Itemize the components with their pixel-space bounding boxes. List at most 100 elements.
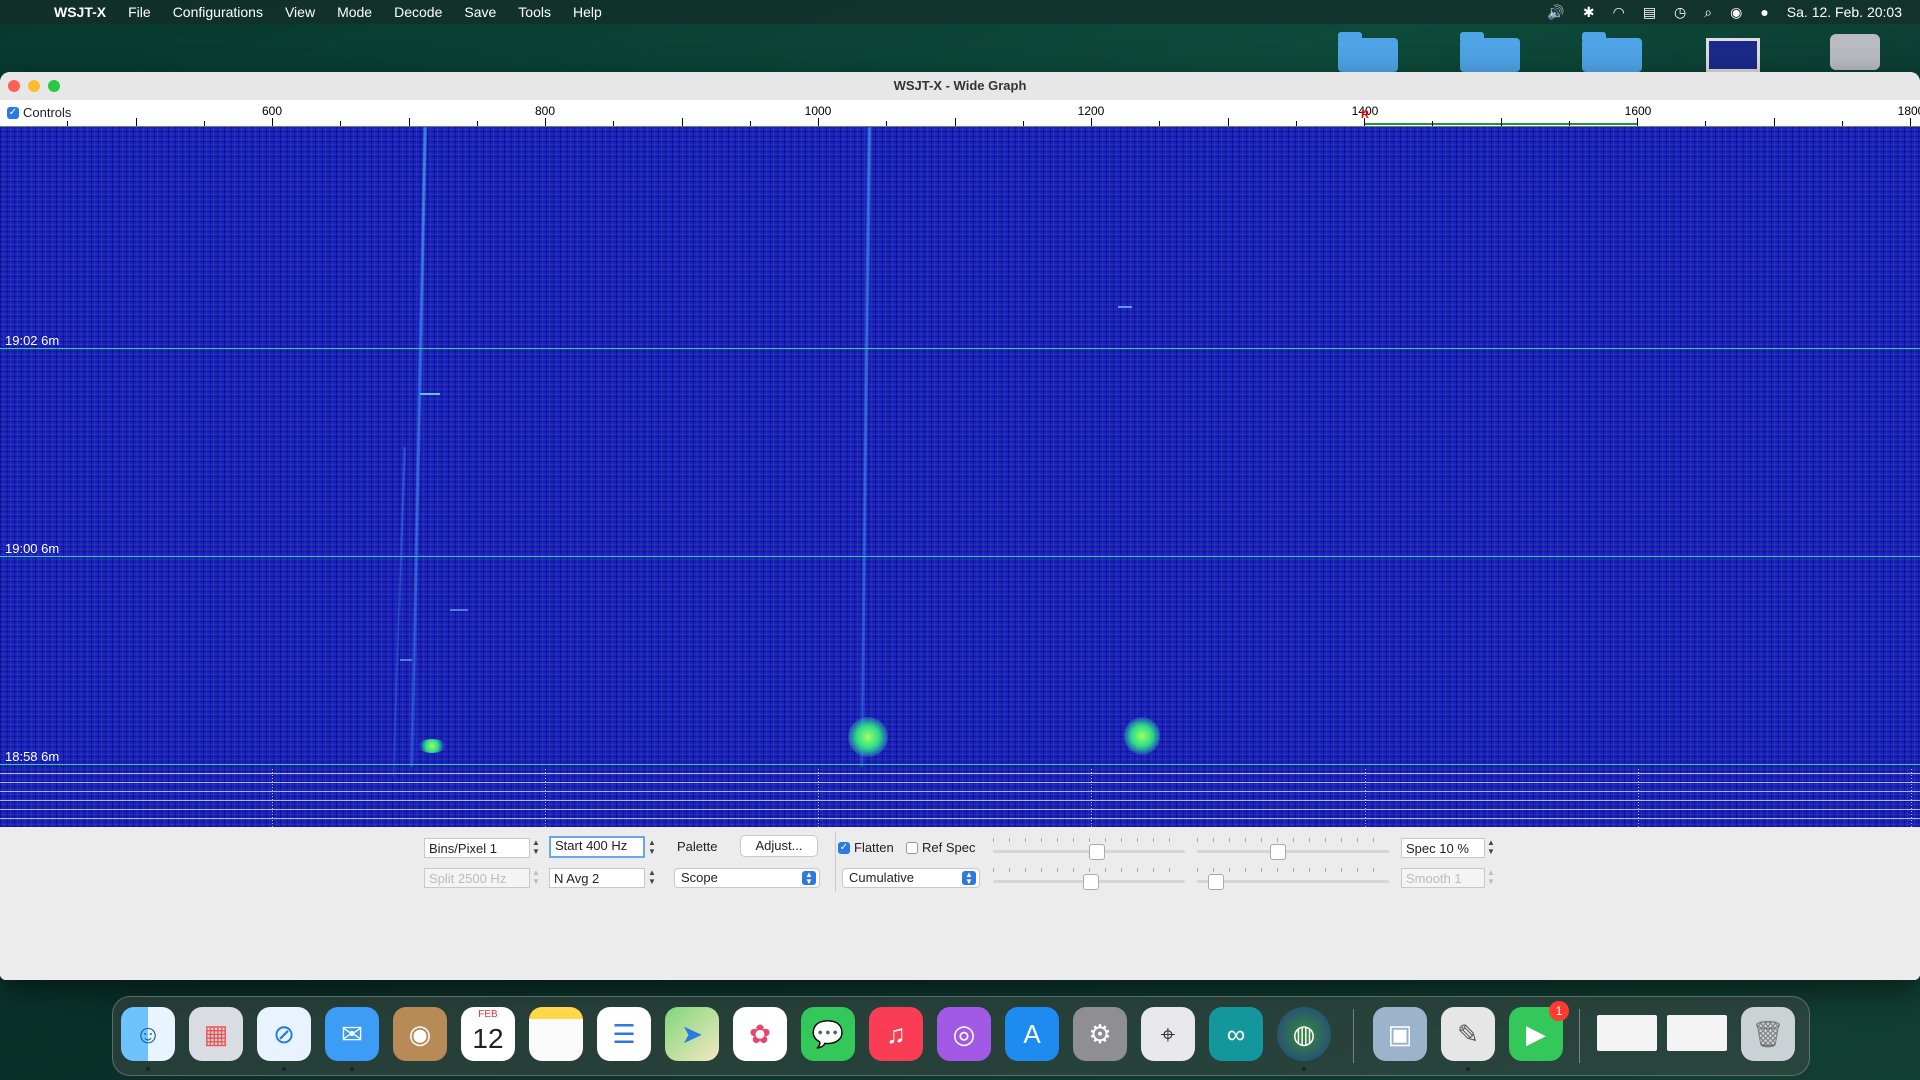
scale-tick [886, 121, 887, 126]
slider-ticks [993, 868, 1185, 872]
arduino-icon[interactable]: ∞ [1209, 1007, 1263, 1061]
scale-tick [818, 118, 819, 126]
slider-knob[interactable] [1208, 874, 1225, 890]
volume-icon[interactable]: 🔊 [1547, 4, 1564, 21]
navg-stepper-icon[interactable]: ▲ ▼ [647, 868, 657, 888]
scale-label-600: 600 [261, 104, 283, 118]
trash-icon[interactable]: 🗑 [1741, 1007, 1795, 1061]
scale-tick [1705, 121, 1706, 126]
menubar-datetime[interactable]: Sa. 12. Feb. 20:03 [1787, 4, 1902, 20]
spectrum-mode-select[interactable]: Cumulative ▲ ▼ [842, 868, 980, 888]
finder-icon[interactable]: ☺ [121, 1007, 175, 1061]
wsjtx-icon[interactable]: ◍ [1277, 1007, 1331, 1061]
preview-icon[interactable]: ▣ [1373, 1007, 1427, 1061]
photos-icon[interactable]: ✿ [733, 1007, 787, 1061]
chevron-updown-icon[interactable]: ▲ ▼ [962, 871, 976, 886]
menu-save[interactable]: Save [464, 4, 496, 20]
dock-separator [1579, 1009, 1580, 1063]
reminders-icon[interactable]: ☰ [597, 1007, 651, 1061]
mail-icon[interactable]: ✉ [325, 1007, 379, 1061]
signal-trace [410, 127, 427, 767]
scale-tick [1159, 121, 1160, 126]
bins-per-pixel-spinbox[interactable]: Bins/Pixel 1 [424, 838, 530, 858]
siri-icon[interactable]: ● [1760, 4, 1768, 20]
palette-select[interactable]: Scope ▲ ▼ [674, 868, 820, 888]
desktop-folder-icon[interactable] [1460, 32, 1520, 72]
podcasts-icon[interactable]: ◎ [937, 1007, 991, 1061]
calendar-icon[interactable]: FEB 12 [461, 1007, 515, 1061]
contacts-icon[interactable]: ◉ [393, 1007, 447, 1061]
scale-tick [1364, 118, 1365, 126]
n-avg-spinbox[interactable]: N Avg 2 [549, 868, 645, 888]
menu-help[interactable]: Help [573, 4, 602, 20]
scale-tick [1296, 121, 1297, 126]
document-thumb-2[interactable] [1667, 1015, 1727, 1051]
ref-spec-checkbox-icon[interactable] [906, 841, 918, 854]
screenshot-icon[interactable]: ⌖ [1141, 1007, 1195, 1061]
menu-file[interactable]: File [128, 4, 151, 20]
music-icon[interactable]: ♫ [869, 1007, 923, 1061]
desktop-folder-icon[interactable] [1338, 32, 1398, 72]
controls-toggle[interactable]: ✓ Controls [7, 105, 71, 120]
slider-knob[interactable] [1269, 844, 1286, 860]
spectrum-graph[interactable] [0, 769, 1920, 827]
scale-tick [1910, 118, 1911, 126]
start-frequency-spinbox[interactable]: Start 400 Hz [549, 836, 645, 858]
desktop-folder-icon[interactable] [1582, 32, 1642, 72]
time-machine-icon[interactable]: ◷ [1674, 4, 1686, 21]
facetime-icon[interactable]: ▶ 1 [1509, 1001, 1569, 1061]
flatten-checkbox-icon[interactable]: ✓ [838, 841, 850, 854]
wifi-icon[interactable]: ◠ [1613, 4, 1625, 21]
safari-icon[interactable]: ⊘ [257, 1007, 311, 1061]
signal-spot [420, 393, 440, 395]
menu-decode[interactable]: Decode [394, 4, 442, 20]
rx-frequency-marker[interactable]: R [1361, 109, 1369, 121]
waterfall-display[interactable]: 19:02 6m 19:00 6m 18:58 6m [0, 127, 1920, 827]
launchpad-icon[interactable]: ▦ [189, 1007, 243, 1061]
menu-view[interactable]: View [285, 4, 315, 20]
spectrum-zero-slider[interactable] [1197, 868, 1389, 890]
slider-knob[interactable] [1082, 874, 1099, 890]
frequency-scale[interactable]: ✓ Controls 600 800 1000 1200 1400 1600 1… [0, 100, 1920, 127]
start-stepper-icon[interactable]: ▲ ▼ [647, 838, 657, 858]
document-thumb-1[interactable] [1597, 1015, 1657, 1051]
script-editor-icon[interactable]: ✎ [1441, 1007, 1495, 1061]
desktop-disk-icon[interactable] [1830, 34, 1880, 70]
keyboard-icon[interactable]: ▤ [1643, 4, 1656, 21]
desktop-file-icon[interactable] [1706, 38, 1760, 72]
system-preferences-icon[interactable]: ⚙ [1073, 1007, 1127, 1061]
control-center-icon[interactable]: ◉ [1730, 4, 1742, 21]
scale-tick [136, 118, 137, 126]
bluetooth-icon[interactable]: ✱ [1583, 4, 1595, 21]
smooth-stepper-icon: ▲ ▼ [1487, 868, 1495, 886]
messages-icon[interactable]: 💬 [801, 1007, 855, 1061]
decode-burst [848, 717, 888, 757]
flatten-toggle[interactable]: ✓ Flatten [838, 840, 894, 855]
menu-configurations[interactable]: Configurations [173, 4, 263, 20]
notes-icon[interactable] [529, 1007, 583, 1061]
slider-track [1197, 850, 1389, 853]
spectrum-gridline [818, 769, 819, 827]
maps-icon[interactable]: ➤ [665, 1007, 719, 1061]
gain-slider[interactable] [993, 838, 1185, 860]
app-store-icon[interactable]: A [1005, 1007, 1059, 1061]
adjust-button[interactable]: Adjust... [740, 835, 818, 857]
ref-spec-toggle[interactable]: Ref Spec [906, 840, 975, 855]
menu-mode[interactable]: Mode [337, 4, 372, 20]
spectrum-gain-slider[interactable] [993, 868, 1185, 890]
menu-tools[interactable]: Tools [518, 4, 551, 20]
search-icon[interactable]: ⌕ [1704, 4, 1712, 21]
time-separator [0, 556, 1920, 557]
spectrum-gridline [1638, 769, 1639, 827]
chevron-updown-icon[interactable]: ▲ ▼ [802, 871, 816, 886]
slider-knob[interactable] [1088, 844, 1105, 860]
controls-checkbox-icon[interactable]: ✓ [7, 106, 19, 119]
spec-stepper-icon[interactable]: ▲ ▼ [1486, 838, 1496, 858]
scale-tick [1637, 118, 1638, 126]
menu-app-name[interactable]: WSJT-X [54, 4, 106, 20]
signal-trace [860, 127, 871, 767]
decode-burst [418, 739, 446, 753]
zero-slider[interactable] [1197, 838, 1389, 860]
bins-stepper-icon[interactable]: ▲ ▼ [531, 838, 541, 858]
spec-percent-spinbox[interactable]: Spec 10 % [1401, 838, 1485, 858]
